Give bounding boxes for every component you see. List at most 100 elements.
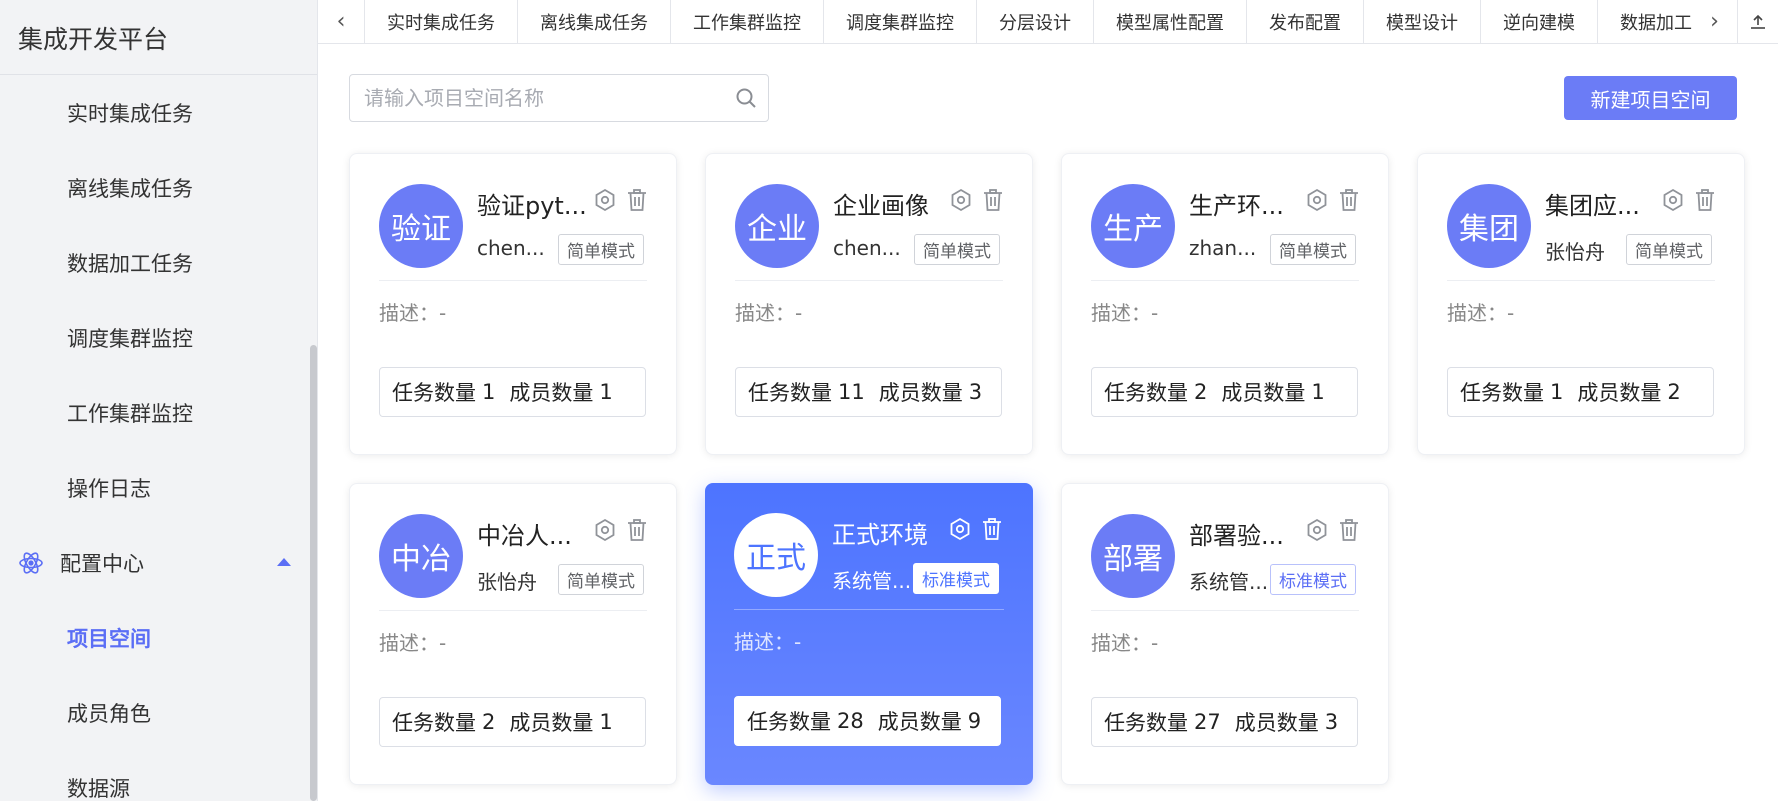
collapse-top-icon[interactable] [1738,0,1778,43]
project-name[interactable]: 集团应... [1545,186,1655,221]
task-count-label: 任务数量 [747,710,831,734]
card-divider [1091,610,1359,611]
project-name[interactable]: 中冶人... [477,516,587,551]
tab-offline-integration[interactable]: 离线集成任务 [518,0,671,43]
tab-model-attributes[interactable]: 模型属性配置 [1094,0,1247,43]
atom-icon [18,550,44,576]
tab-realtime-integration[interactable]: 实时集成任务 [364,0,518,43]
tab-work-cluster[interactable]: 工作集群监控 [671,0,824,43]
member-count-value: 1 [1311,380,1325,404]
sidebar-item-project-space[interactable]: 项目空间 [0,600,317,675]
sidebar-group-config-center[interactable]: 配置中心 [0,525,317,600]
tab-model-design[interactable]: 模型设计 [1364,0,1481,43]
settings-icon[interactable] [594,188,616,214]
tab-data-processing[interactable]: 数据加工任 [1598,0,1692,43]
project-name[interactable]: 生产环... [1189,186,1299,221]
project-description: 描述：- [734,630,802,654]
member-count-value: 3 [1324,710,1339,734]
sidebar-item-member-roles[interactable]: 成员角色 [0,675,317,750]
task-count-value: 28 [837,709,864,733]
task-count-value: 2 [482,710,496,734]
sidebar-item-operation-log[interactable]: 操作日志 [0,450,317,525]
sidebar-item-offline-integration[interactable]: 离线集成任务 [0,150,317,225]
tab-layer-design[interactable]: 分层设计 [977,0,1094,43]
delete-icon[interactable] [981,517,1003,543]
project-card[interactable]: 正式 正式环境 系统管... 标准模式 描述：- 任务数量 28 成员数量 9 [705,483,1033,785]
project-description: 描述：- [379,301,447,325]
project-name[interactable]: 验证pyt... [477,186,587,221]
sidebar-item-work-cluster[interactable]: 工作集群监控 [0,375,317,450]
project-owner: 系统管... [1189,570,1269,594]
sidebar-item-schedule-cluster[interactable]: 调度集群监控 [0,300,317,375]
delete-icon[interactable] [1338,188,1360,214]
project-stats: 任务数量 11 成员数量 3 [735,367,1002,417]
project-avatar: 生产 [1091,184,1175,268]
project-stats: 任务数量 2 成员数量 1 [1091,367,1358,417]
project-avatar: 部署 [1091,514,1175,598]
settings-icon[interactable] [950,188,972,214]
member-count-label: 成员数量 [1234,711,1319,735]
task-count-value: 11 [838,380,865,404]
settings-icon[interactable] [1306,188,1328,214]
card-divider [735,280,1003,281]
new-project-space-button[interactable]: 新建项目空间 [1564,76,1737,120]
settings-icon[interactable] [1306,518,1328,544]
search-icon[interactable] [724,87,768,109]
member-count-label: 成员数量 [1577,381,1662,405]
project-card[interactable]: 中冶 中冶人... 张怡舟 简单模式 描述：- 任务数量 2 成员数量 1 [349,483,677,785]
project-card[interactable]: 部署 部署验... 系统管... 标准模式 描述：- 任务数量 27 成员数量 3 [1061,483,1389,785]
tabs-scroll-left-icon[interactable]: ‹ [318,0,364,43]
member-count-value: 2 [1667,380,1681,404]
sidebar-item-data-source[interactable]: 数据源 [0,750,317,801]
card-actions [1306,518,1360,544]
project-name[interactable]: 部署验... [1189,516,1299,551]
member-count-value: 9 [967,709,982,733]
task-count-label: 任务数量 [392,711,476,735]
tab-reverse-modeling[interactable]: 逆向建模 [1481,0,1598,43]
member-count-label: 成员数量 [878,381,963,405]
tab-publish-config[interactable]: 发布配置 [1247,0,1364,43]
delete-icon[interactable] [626,188,648,214]
sidebar-item-realtime-integration[interactable]: 实时集成任务 [0,75,317,150]
project-card[interactable]: 企业 企业画像 chen... 简单模式 描述：- 任务数量 11 成员数量 3 [705,153,1033,455]
tab-schedule-cluster[interactable]: 调度集群监控 [824,0,977,43]
project-owner: chen... [833,236,901,260]
project-name[interactable]: 企业画像 [833,186,943,221]
project-avatar: 企业 [735,184,819,268]
member-count-label: 成员数量 [509,711,594,735]
project-description: 描述：- [1091,301,1159,325]
project-name[interactable]: 正式环境 [832,515,942,550]
member-count-value: 1 [599,710,613,734]
card-actions [950,188,1004,214]
tab-bar: ‹ 实时集成任务 离线集成任务 工作集群监控 调度集群监控 分层设计 模型属性配… [318,0,1778,44]
search-input[interactable] [364,86,724,110]
sidebar-item-data-processing[interactable]: 数据加工任务 [0,225,317,300]
sidebar-scrollbar[interactable] [310,345,317,801]
project-avatar: 集团 [1447,184,1531,268]
project-card[interactable]: 集团 集团应... 张怡舟 简单模式 描述：- 任务数量 1 成员数量 2 [1417,153,1745,455]
member-count-value: 3 [968,380,983,404]
settings-icon[interactable] [594,518,616,544]
project-card[interactable]: 验证 验证pyt... chen... 简单模式 描述：- 任务数量 1 成员数量 1 [349,153,677,455]
card-divider [734,609,1004,610]
project-card[interactable]: 生产 生产环... zhan... 简单模式 描述：- 任务数量 2 成员数量 1 [1061,153,1389,455]
caret-up-icon [277,558,291,566]
project-avatar: 验证 [379,184,463,268]
task-count-value: 27 [1194,710,1221,734]
settings-icon[interactable] [1662,188,1684,214]
delete-icon[interactable] [982,188,1004,214]
delete-icon[interactable] [1694,188,1716,214]
project-stats: 任务数量 28 成员数量 9 [734,696,1001,746]
mode-badge: 标准模式 [913,563,999,594]
member-count-value: 1 [599,380,613,404]
settings-icon[interactable] [949,517,971,543]
card-actions [1306,188,1360,214]
tabs-scroll-right-icon[interactable]: › [1692,0,1738,43]
sidebar-group-label: 配置中心 [60,551,144,576]
task-count-value: 1 [482,380,496,404]
project-avatar: 中冶 [379,514,463,598]
mode-badge: 简单模式 [558,234,644,265]
task-count-value: 1 [1550,380,1564,404]
delete-icon[interactable] [1338,518,1360,544]
delete-icon[interactable] [626,518,648,544]
